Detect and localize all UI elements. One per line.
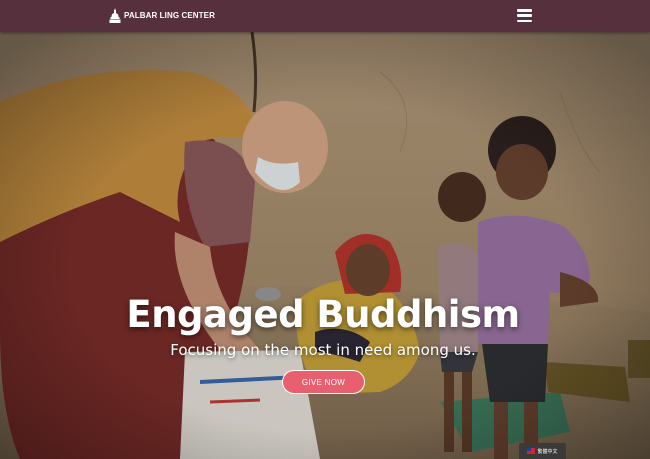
stupa-logo-icon (109, 7, 121, 23)
site-logo[interactable]: PALBAR LING CENTER (109, 7, 215, 23)
hero-subtitle: Focusing on the most in need among us. (170, 341, 476, 359)
give-now-button[interactable]: GIVE NOW (282, 370, 365, 394)
site-name: PALBAR LING CENTER (124, 10, 215, 20)
hero-title: Engaged Buddhism (126, 293, 520, 336)
site-header: PALBAR LING CENTER (0, 0, 650, 32)
hamburger-menu-icon[interactable] (517, 9, 532, 22)
hero-photo (0, 32, 650, 459)
taiwan-flag-icon (527, 448, 536, 454)
language-label: 繁體中文 (537, 448, 558, 455)
language-selector[interactable]: 繁體中文 (519, 443, 566, 459)
hero-banner: Engaged Buddhism Focusing on the most in… (0, 32, 650, 459)
